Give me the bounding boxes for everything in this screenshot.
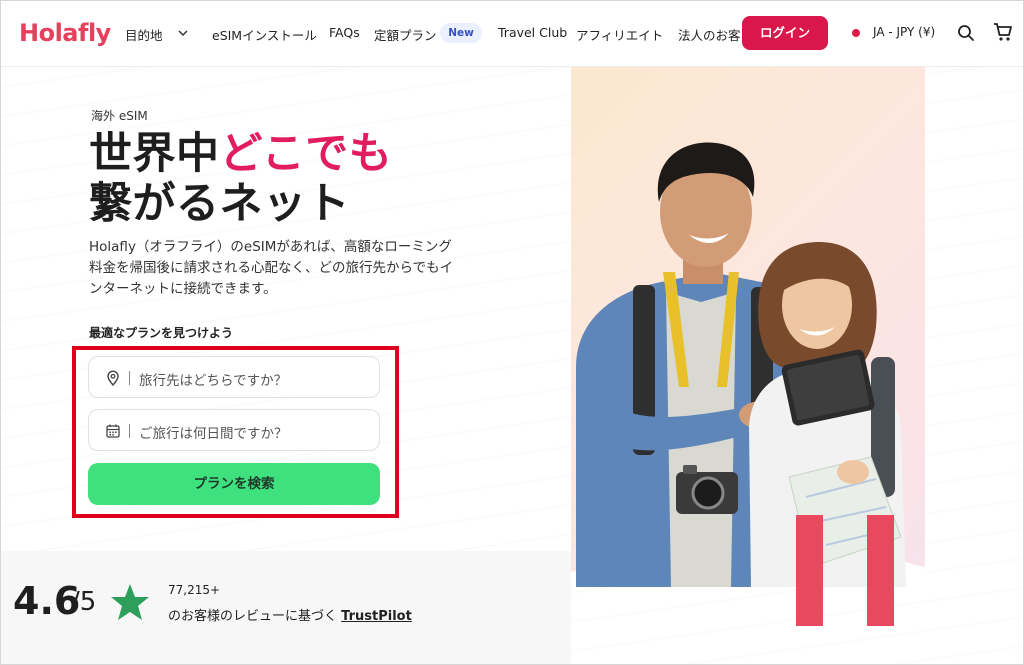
decorative-bar bbox=[867, 515, 894, 626]
nav-item-travel-club[interactable]: Travel Club bbox=[498, 25, 567, 40]
star-icon bbox=[111, 584, 149, 620]
field-separator bbox=[129, 424, 130, 438]
field-separator bbox=[129, 371, 130, 385]
cart-icon[interactable] bbox=[992, 21, 1014, 43]
hero-description: Holafly（オラフライ）のeSIMがあれば、高額なローミング料金を帰国後に請… bbox=[89, 239, 454, 297]
login-button[interactable]: ログイン bbox=[742, 16, 828, 50]
headline-part: 世界中 bbox=[89, 129, 220, 179]
nav-item-destinations[interactable]: 目的地 bbox=[125, 25, 163, 44]
new-badge: New bbox=[440, 23, 482, 43]
nav-item-affiliate[interactable]: アフィリエイト bbox=[576, 25, 663, 44]
rating-out-of: /5 bbox=[71, 587, 97, 617]
travelers-illustration bbox=[571, 142, 925, 587]
review-text: のお客様のレビューに基づく TrustPilot bbox=[168, 605, 412, 624]
hero-travelers-image bbox=[571, 67, 925, 587]
hero-eyebrow: 海外 eSIM bbox=[91, 109, 148, 123]
site-header: Holafly 目的地 eSIMインストール FAQs 定額プラン New Tr… bbox=[1, 1, 1023, 67]
nav-item-faqs[interactable]: FAQs bbox=[329, 25, 360, 40]
headline-line2: 繋がるネット bbox=[89, 179, 350, 229]
location-pin-icon bbox=[107, 370, 119, 386]
calendar-icon bbox=[106, 424, 120, 438]
headline-accent: どこでも bbox=[219, 129, 393, 179]
review-text-label: のお客様のレビューに基づく bbox=[168, 609, 338, 624]
destination-input[interactable]: 旅行先はどちらですか？ bbox=[88, 356, 380, 398]
duration-input[interactable]: ご旅行は何日間ですか？ bbox=[88, 409, 380, 451]
page: Holafly 目的地 eSIMインストール FAQs 定額プラン New Tr… bbox=[0, 0, 1024, 665]
chevron-down-icon[interactable] bbox=[177, 27, 189, 39]
duration-placeholder: ご旅行は何日間ですか？ bbox=[139, 426, 288, 442]
trustpilot-link[interactable]: TrustPilot bbox=[341, 609, 412, 624]
search-icon[interactable] bbox=[957, 24, 975, 42]
search-plans-button[interactable]: プランを検索 bbox=[88, 463, 380, 505]
hero-headline: 世界中どこでも 繋がるネット bbox=[89, 129, 509, 229]
review-count: 77,215+ bbox=[168, 583, 221, 597]
holafly-logo[interactable]: Holafly bbox=[19, 19, 111, 47]
locale-selector[interactable]: JA - JPY (¥) bbox=[873, 25, 935, 39]
decorative-bars bbox=[796, 515, 896, 626]
nav-item-unlimited-plans[interactable]: 定額プラン bbox=[374, 25, 437, 44]
nav-item-esim-install[interactable]: eSIMインストール bbox=[212, 25, 317, 44]
decorative-bar bbox=[796, 515, 823, 626]
finder-label: 最適なプランを見つけよう bbox=[89, 326, 234, 340]
nav-item-business[interactable]: 法人のお客 bbox=[678, 25, 741, 44]
japan-flag-icon bbox=[852, 29, 860, 37]
destination-placeholder: 旅行先はどちらですか？ bbox=[139, 373, 288, 389]
